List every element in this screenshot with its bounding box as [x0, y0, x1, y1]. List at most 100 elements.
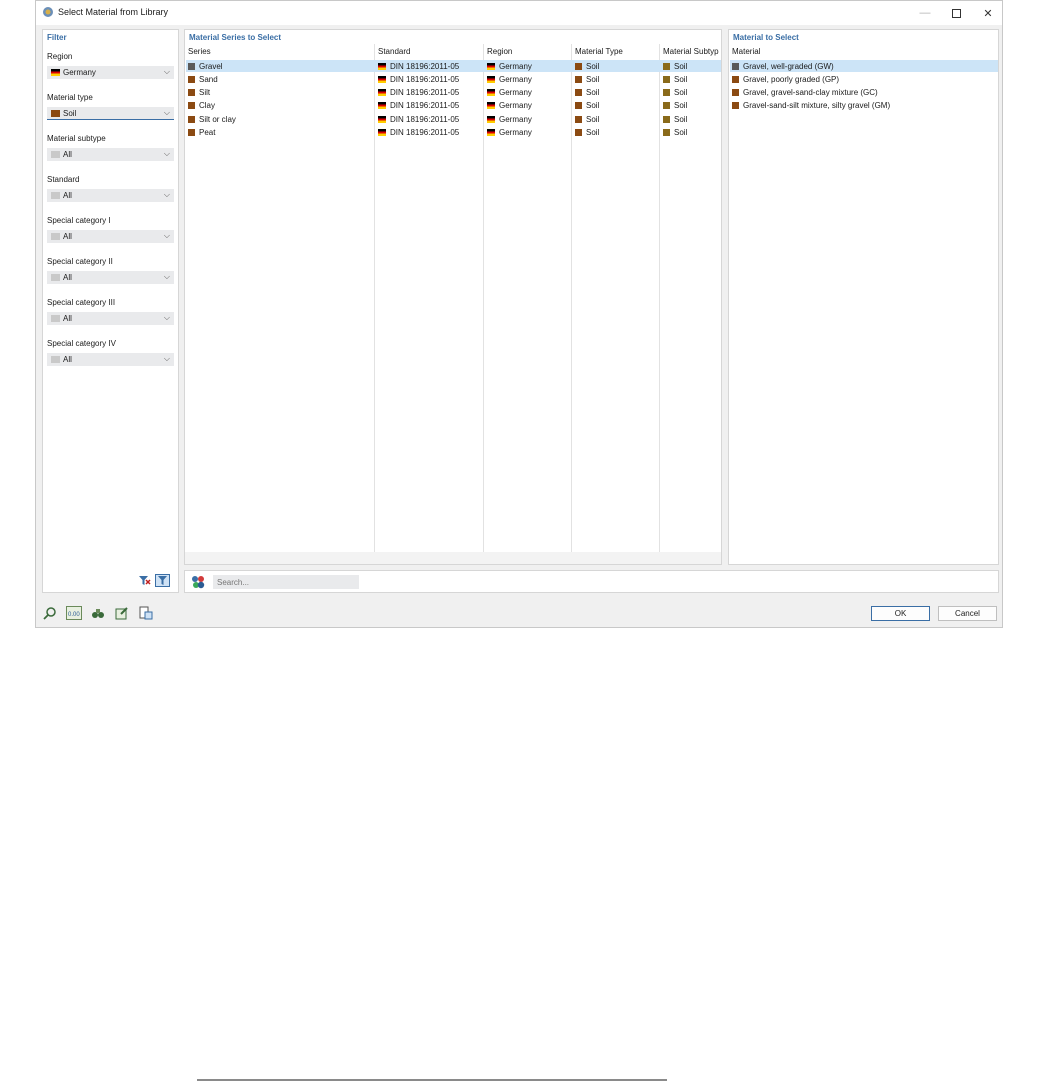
special-category-2-select[interactable]: All ⌵: [47, 271, 174, 284]
table-cell-subtype[interactable]: Soil: [663, 113, 687, 125]
horizontal-scrollbar[interactable]: [185, 552, 721, 1081]
series-color-icon: [188, 115, 195, 123]
cancel-button[interactable]: Cancel: [938, 606, 997, 621]
germany-flag-icon: [378, 75, 386, 83]
info-filter-icon[interactable]: [191, 575, 205, 589]
material-list-item[interactable]: Gravel-sand-silt mixture, silty gravel (…: [732, 100, 890, 112]
table-cell-series[interactable]: Peat: [188, 127, 215, 139]
table-cell-series[interactable]: Sand: [188, 73, 218, 85]
display-options-button[interactable]: [90, 605, 106, 620]
germany-flag-icon: [487, 129, 495, 136]
special-category-3-label: Special category III: [47, 298, 116, 307]
gray-swatch-icon: [51, 192, 60, 199]
column-header-standard[interactable]: Standard: [378, 47, 410, 56]
chevron-down-icon: ⌵: [163, 354, 170, 363]
ok-button[interactable]: OK: [871, 606, 930, 621]
table-cell-type[interactable]: Soil: [575, 73, 599, 85]
table-cell-standard[interactable]: DIN 18196:2011-05: [378, 127, 459, 139]
material-subtype-select[interactable]: All ⌵: [47, 148, 174, 161]
table-cell-subtype[interactable]: Soil: [663, 73, 687, 85]
table-cell-region[interactable]: Germany: [487, 60, 532, 72]
library-app-icon: [43, 7, 53, 17]
table-cell-subtype[interactable]: Soil: [663, 100, 687, 112]
column-header-region[interactable]: Region: [487, 47, 512, 56]
standard-select[interactable]: All ⌵: [47, 189, 174, 202]
standard-label: Standard: [47, 175, 80, 184]
table-cell-series[interactable]: Silt or clay: [188, 113, 236, 125]
cell-text: Soil: [586, 128, 600, 137]
binoculars-icon: [92, 608, 104, 618]
table-cell-type[interactable]: Soil: [575, 113, 599, 125]
germany-flag-icon: [378, 89, 386, 97]
chevron-down-icon: ⌵: [163, 149, 170, 158]
table-cell-series[interactable]: Silt: [188, 87, 210, 99]
table-cell-standard[interactable]: DIN 18196:2011-05: [378, 100, 459, 112]
export-button[interactable]: [138, 605, 154, 620]
material-color-icon: [732, 75, 739, 83]
apply-filter-button[interactable]: [155, 574, 170, 587]
table-cell-subtype[interactable]: Soil: [663, 127, 687, 139]
cell-text: Soil: [674, 114, 688, 124]
series-color-icon: [188, 89, 195, 97]
cell-text: Clay: [199, 101, 216, 111]
column-divider: [374, 44, 375, 554]
table-cell-subtype[interactable]: Soil: [663, 87, 687, 99]
column-header-material[interactable]: Material: [732, 47, 760, 56]
material-list-item[interactable]: Gravel, gravel-sand-clay mixture (GC): [732, 87, 878, 99]
cell-text: Peat: [199, 128, 216, 137]
chevron-down-icon: ⌵: [163, 231, 170, 240]
table-cell-region[interactable]: Germany: [487, 100, 532, 112]
material-series-panel: Material Series to Select Series Standar…: [184, 29, 722, 1081]
clear-filter-button[interactable]: [137, 574, 152, 587]
table-cell-standard[interactable]: DIN 18196:2011-05: [378, 60, 459, 72]
table-cell-series[interactable]: Clay: [188, 100, 215, 112]
special-category-2-value: All: [63, 273, 72, 282]
germany-flag-icon: [51, 69, 60, 76]
search-bar: [184, 570, 999, 593]
title-bar: Select Material from Library — ✕: [36, 1, 1002, 25]
cell-text: Germany: [499, 128, 532, 137]
table-cell-type[interactable]: Soil: [575, 100, 599, 112]
close-button[interactable]: ✕: [971, 1, 1005, 25]
table-cell-standard[interactable]: DIN 18196:2011-05: [378, 113, 459, 125]
table-cell-subtype[interactable]: Soil: [663, 60, 687, 72]
table-cell-region[interactable]: Germany: [487, 127, 532, 139]
column-header-material-type[interactable]: Material Type: [575, 47, 623, 56]
edit-material-button[interactable]: [114, 605, 130, 620]
material-list-item[interactable]: Gravel, well-graded (GW): [732, 60, 834, 72]
chevron-down-icon: ⌵: [163, 190, 170, 199]
units-button[interactable]: 0.00: [66, 605, 82, 620]
series-heading: Material Series to Select: [189, 33, 282, 42]
column-header-series[interactable]: Series: [188, 47, 211, 56]
material-list-item[interactable]: Gravel, poorly graded (GP): [732, 73, 839, 85]
table-cell-series[interactable]: Gravel: [188, 60, 223, 72]
chevron-down-icon: ⌵: [163, 313, 170, 322]
search-input[interactable]: [213, 575, 359, 589]
special-category-4-label: Special category IV: [47, 339, 116, 348]
table-cell-type[interactable]: Soil: [575, 60, 599, 72]
maximize-button[interactable]: [939, 1, 973, 25]
cell-text: Soil: [674, 101, 688, 111]
soil-subtype-icon: [663, 89, 670, 97]
region-value: Germany: [63, 68, 96, 77]
special-category-1-select[interactable]: All ⌵: [47, 230, 174, 243]
table-cell-region[interactable]: Germany: [487, 113, 532, 125]
table-cell-region[interactable]: Germany: [487, 87, 532, 99]
material-type-select[interactable]: Soil ⌵: [47, 107, 174, 120]
gray-swatch-icon: [51, 151, 60, 158]
chevron-down-icon: ⌵: [163, 108, 170, 117]
table-cell-standard[interactable]: DIN 18196:2011-05: [378, 73, 459, 85]
column-header-material-subtype[interactable]: Material Subtyp: [663, 47, 721, 56]
search-tool-button[interactable]: [42, 605, 58, 620]
special-category-3-select[interactable]: All ⌵: [47, 312, 174, 325]
special-category-4-select[interactable]: All ⌵: [47, 353, 174, 366]
minimize-button[interactable]: —: [908, 1, 942, 25]
table-cell-standard[interactable]: DIN 18196:2011-05: [378, 87, 459, 99]
cell-text: DIN 18196:2011-05: [390, 101, 460, 111]
table-cell-type[interactable]: Soil: [575, 87, 599, 99]
germany-flag-icon: [378, 102, 386, 110]
table-cell-region[interactable]: Germany: [487, 73, 532, 85]
region-select[interactable]: Germany ⌵: [47, 66, 174, 79]
soil-subtype-icon: [663, 115, 670, 123]
table-cell-type[interactable]: Soil: [575, 127, 599, 139]
